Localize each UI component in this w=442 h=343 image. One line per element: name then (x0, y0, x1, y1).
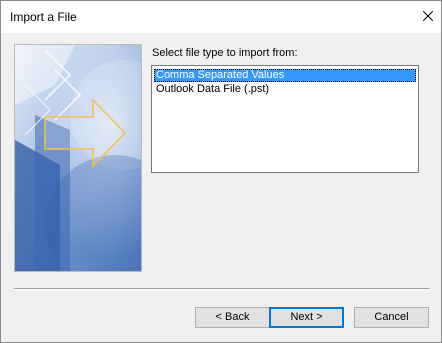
next-button[interactable]: Next > (269, 307, 344, 328)
import-file-dialog: Import a File Select file type to import… (0, 0, 442, 343)
close-button[interactable] (417, 1, 441, 31)
file-type-prompt: Select file type to import from: (152, 47, 298, 59)
dialog-title: Import a File (10, 10, 77, 24)
import-arrow-illustration (15, 45, 141, 271)
title-bar: Import a File (1, 1, 441, 33)
cancel-button[interactable]: Cancel (354, 307, 429, 328)
list-item-comma-separated-values[interactable]: Comma Separated Values (154, 69, 416, 82)
import-banner-image (14, 44, 142, 272)
list-item-outlook-data-file[interactable]: Outlook Data File (.pst) (154, 83, 416, 96)
divider (14, 288, 429, 290)
close-icon (423, 11, 433, 21)
file-type-listbox[interactable]: Comma Separated Values Outlook Data File… (151, 65, 419, 173)
back-button[interactable]: < Back (195, 307, 270, 328)
